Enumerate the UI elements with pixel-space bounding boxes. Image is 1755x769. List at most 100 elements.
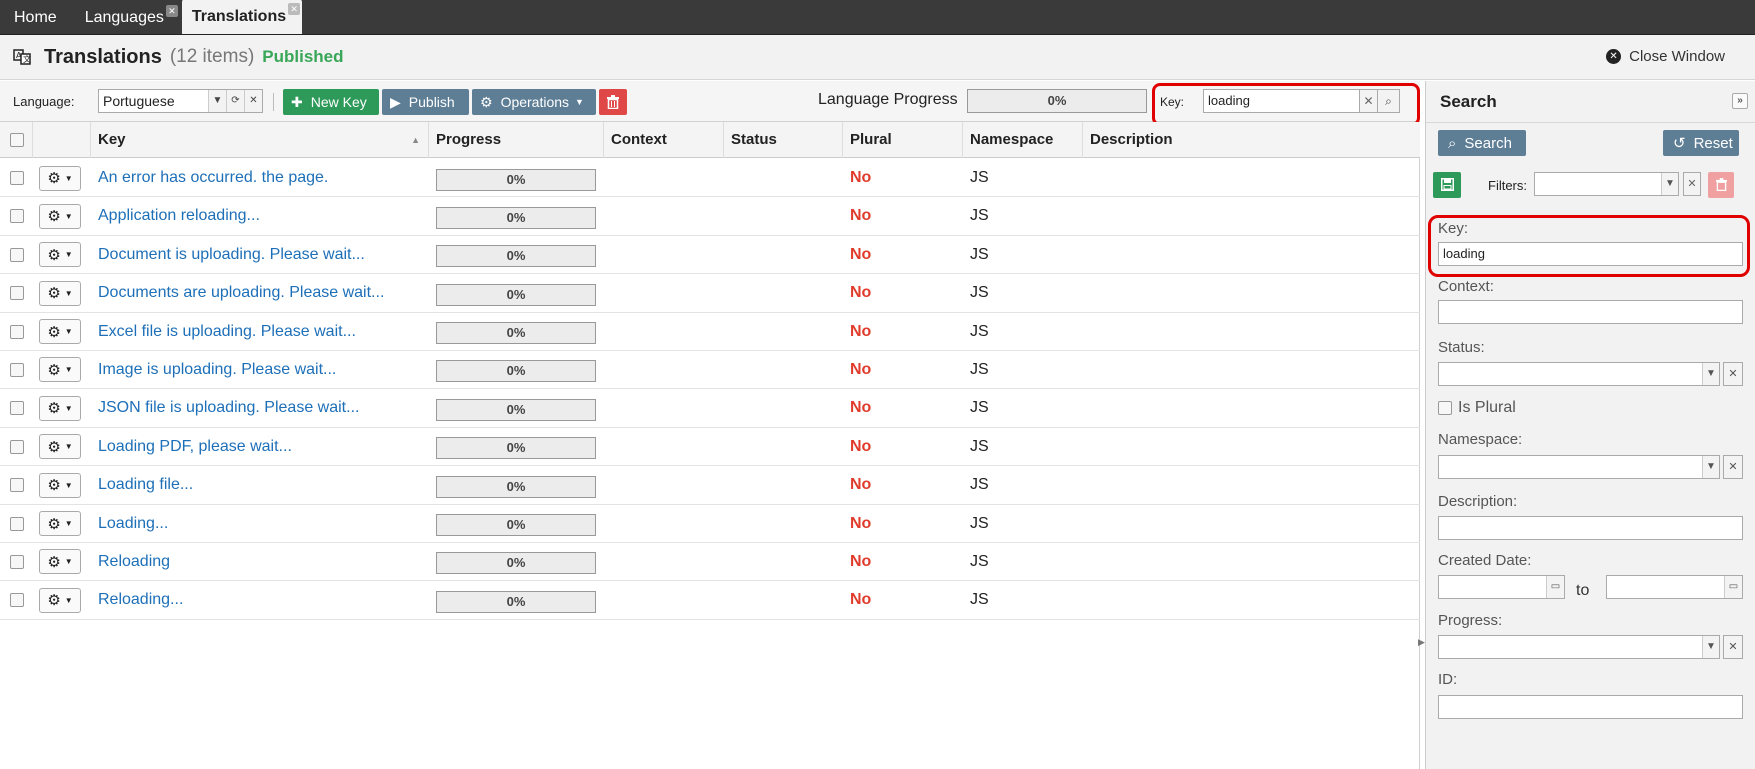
calendar-icon[interactable]: ▭ bbox=[1546, 576, 1564, 598]
row-checkbox[interactable] bbox=[10, 478, 24, 493]
row-key-link[interactable]: Application reloading... bbox=[98, 197, 260, 235]
checkbox[interactable] bbox=[1438, 401, 1452, 415]
created-date-from-field[interactable]: ▭ bbox=[1438, 575, 1565, 599]
table-row[interactable]: ⚙ ▼ Document is uploading. Please wait... 0… bbox=[0, 236, 1420, 275]
row-key-link[interactable]: Reloading bbox=[98, 543, 170, 581]
row-key-link[interactable]: Excel file is uploading. Please wait... bbox=[98, 313, 356, 351]
search-icon[interactable]: ⌕ bbox=[1378, 89, 1400, 113]
row-key-link[interactable]: JSON file is uploading. Please wait... bbox=[98, 389, 359, 427]
row-actions-button[interactable]: ⚙ ▼ bbox=[39, 242, 81, 268]
splitter-handle[interactable]: ▶ bbox=[1418, 637, 1425, 651]
table-row[interactable]: ⚙ ▼ Loading... 0% No JS bbox=[0, 505, 1420, 543]
clear-icon[interactable]: ✕ bbox=[244, 90, 262, 112]
row-actions-button[interactable]: ⚙ ▼ bbox=[39, 434, 81, 460]
operations-button[interactable]: ⚙ Operations ▼ bbox=[472, 89, 596, 115]
search-button[interactable]: ⌕ Search bbox=[1438, 130, 1526, 156]
calendar-icon[interactable]: ▭ bbox=[1724, 576, 1742, 598]
row-key-link[interactable]: Documents are uploading. Please wait... bbox=[98, 274, 384, 312]
clear-icon[interactable]: ✕ bbox=[1683, 172, 1701, 196]
tab-languages[interactable]: Languages ✕ bbox=[75, 1, 180, 34]
save-filter-button[interactable] bbox=[1433, 172, 1461, 198]
row-actions-button[interactable]: ⚙ ▼ bbox=[39, 472, 81, 498]
table-row[interactable]: ⚙ ▼ Image is uploading. Please wait... 0% No… bbox=[0, 351, 1420, 390]
collapse-panel-icon[interactable]: » bbox=[1732, 93, 1748, 109]
refresh-icon[interactable]: ⟳ bbox=[226, 90, 244, 112]
filters-select[interactable]: ▼ bbox=[1534, 172, 1679, 196]
table-row[interactable]: ⚙ ▼ Loading PDF, please wait... 0% No JS bbox=[0, 428, 1420, 467]
clear-icon[interactable]: ✕ bbox=[1723, 455, 1743, 479]
description-field[interactable] bbox=[1438, 516, 1743, 540]
status-select[interactable]: ▼ bbox=[1438, 362, 1720, 386]
row-key-link[interactable]: An error has occurred. the page. bbox=[98, 159, 328, 197]
table-row[interactable]: ⚙ ▼ Loading file... 0% No JS bbox=[0, 466, 1420, 505]
tab-translations[interactable]: Translations ✕ bbox=[181, 0, 303, 34]
reset-button[interactable]: ↺ Reset bbox=[1663, 130, 1739, 156]
table-row[interactable]: ⚙ ▼ Reloading 0% No JS bbox=[0, 543, 1420, 582]
row-key-link[interactable]: Loading... bbox=[98, 505, 168, 543]
row-checkbox[interactable] bbox=[10, 247, 24, 262]
row-checkbox[interactable] bbox=[10, 554, 24, 569]
id-field[interactable] bbox=[1438, 695, 1743, 719]
row-actions-button[interactable]: ⚙ ▼ bbox=[39, 203, 81, 229]
row-checkbox[interactable] bbox=[10, 439, 24, 454]
table-row[interactable]: ⚙ ▼ An error has occurred. the page. 0% No JS bbox=[0, 159, 1420, 198]
row-key-link[interactable]: Reloading... bbox=[98, 581, 183, 619]
clear-icon[interactable]: ✕ bbox=[1723, 362, 1743, 386]
table-row[interactable]: ⚙ ▼ Reloading... 0% No JS bbox=[0, 581, 1420, 620]
chevron-down-icon[interactable]: ▼ bbox=[1702, 363, 1719, 385]
is-plural-checkbox[interactable]: Is Plural bbox=[1438, 399, 1516, 417]
column-header-namespace[interactable]: Namespace bbox=[963, 122, 1083, 158]
select-all-checkbox[interactable] bbox=[10, 133, 24, 147]
row-actions-button[interactable]: ⚙ ▼ bbox=[39, 511, 81, 537]
row-actions-button[interactable]: ⚙ ▼ bbox=[39, 395, 81, 421]
new-key-button[interactable]: ✚ New Key bbox=[283, 89, 379, 115]
row-checkbox[interactable] bbox=[10, 324, 24, 339]
publish-button[interactable]: ▶ Publish bbox=[382, 89, 469, 115]
row-checkbox[interactable] bbox=[10, 516, 24, 531]
row-checkbox[interactable] bbox=[10, 401, 24, 416]
row-key-link[interactable]: Loading file... bbox=[98, 466, 193, 504]
language-select[interactable]: Portuguese ▼ ⟳ ✕ bbox=[98, 89, 263, 113]
created-date-to-field[interactable]: ▭ bbox=[1606, 575, 1743, 599]
chevron-down-icon[interactable]: ▼ bbox=[208, 90, 226, 112]
namespace-select[interactable]: ▼ bbox=[1438, 455, 1720, 479]
chevron-down-icon[interactable]: ▼ bbox=[1702, 636, 1719, 658]
chevron-down-icon[interactable]: ▼ bbox=[1661, 173, 1678, 195]
table-row[interactable]: ⚙ ▼ Excel file is uploading. Please wait..… bbox=[0, 313, 1420, 351]
row-actions-button[interactable]: ⚙ ▼ bbox=[39, 587, 81, 613]
row-actions-button[interactable]: ⚙ ▼ bbox=[39, 319, 81, 345]
tab-close-icon[interactable]: ✕ bbox=[288, 3, 301, 15]
chevron-down-icon[interactable]: ▼ bbox=[1702, 456, 1719, 478]
row-actions-button[interactable]: ⚙ ▼ bbox=[39, 549, 81, 575]
column-header-context[interactable]: Context bbox=[604, 122, 724, 158]
row-key-link[interactable]: Loading PDF, please wait... bbox=[98, 428, 292, 466]
row-checkbox[interactable] bbox=[10, 171, 24, 185]
row-checkbox[interactable] bbox=[10, 209, 24, 224]
row-key-link[interactable]: Document is uploading. Please wait... bbox=[98, 236, 365, 274]
clear-icon[interactable]: ✕ bbox=[1360, 89, 1378, 113]
table-row[interactable]: ⚙ ▼ Application reloading... 0% No JS bbox=[0, 197, 1420, 236]
key-filter-input[interactable]: loading bbox=[1203, 89, 1360, 113]
clear-icon[interactable]: ✕ bbox=[1723, 635, 1743, 659]
column-header-progress[interactable]: Progress bbox=[429, 122, 604, 158]
key-field[interactable]: loading bbox=[1438, 242, 1743, 266]
delete-button[interactable] bbox=[599, 89, 627, 115]
tab-close-icon[interactable]: ✕ bbox=[165, 5, 178, 17]
row-checkbox[interactable] bbox=[10, 362, 24, 377]
table-row[interactable]: ⚙ ▼ JSON file is uploading. Please wait...… bbox=[0, 389, 1420, 428]
row-actions-button[interactable]: ⚙ ▼ bbox=[39, 280, 81, 306]
row-key-link[interactable]: Image is uploading. Please wait... bbox=[98, 351, 336, 389]
progress-select[interactable]: ▼ bbox=[1438, 635, 1720, 659]
delete-filter-button[interactable] bbox=[1708, 172, 1734, 198]
row-actions-button[interactable]: ⚙ ▼ bbox=[39, 165, 81, 191]
table-row[interactable]: ⚙ ▼ Documents are uploading. Please wait..… bbox=[0, 274, 1420, 313]
row-actions-button[interactable]: ⚙ ▼ bbox=[39, 357, 81, 383]
column-header-plural[interactable]: Plural bbox=[843, 122, 963, 158]
row-checkbox[interactable] bbox=[10, 286, 24, 301]
tab-home[interactable]: Home bbox=[4, 1, 73, 34]
close-window-button[interactable]: ✕ Close Window bbox=[1606, 48, 1725, 65]
column-header-key[interactable]: Key ▲ bbox=[91, 122, 429, 158]
column-header-description[interactable]: Description bbox=[1083, 122, 1420, 158]
context-field[interactable] bbox=[1438, 300, 1743, 324]
column-header-status[interactable]: Status bbox=[724, 122, 843, 158]
